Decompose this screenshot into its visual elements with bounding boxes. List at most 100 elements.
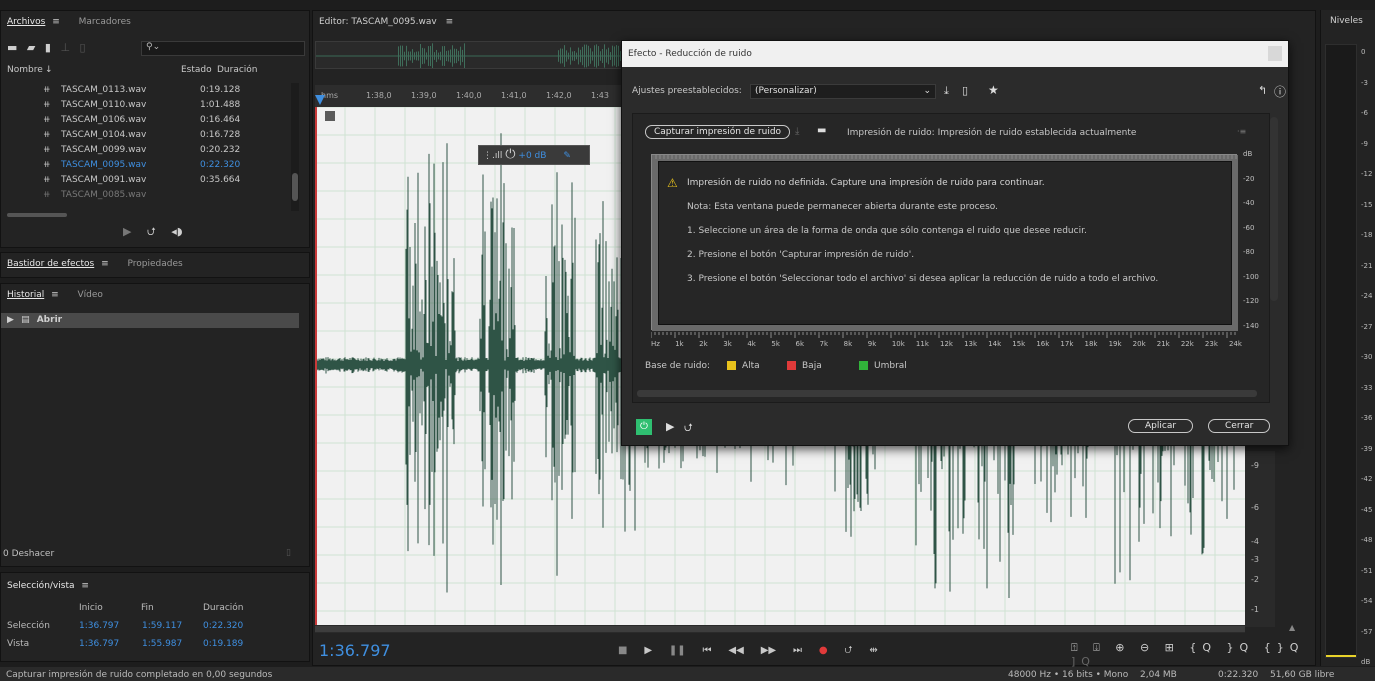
new-file-icon[interactable]: ▮ [45,41,51,54]
import-icon[interactable]: ▰ [27,41,35,54]
record-icon[interactable]: ● [819,645,828,656]
time-ruler[interactable]: hms 1:38,0 1:39,0 1:40,0 1:41,0 1:42,0 1:43 [315,85,625,107]
autoplay-icon[interactable]: ◂◗ [171,225,182,238]
level-tick-label: -42 [1361,475,1373,483]
file-name: TASCAM_0113.wav [61,85,147,95]
view-duration[interactable]: 0:19.189 [203,639,243,649]
file-row[interactable]: ⧺ TASCAM_0091.wav 0:35.664 [1,173,291,188]
tab-properties[interactable]: Propiedades [128,259,183,269]
gain-knob-icon[interactable]: ⏻ [505,147,515,162]
zoom-corner-icon[interactable] [325,111,335,121]
go-to-start-icon[interactable]: ⏮ [703,645,712,656]
menu-icon[interactable]: ≡ [81,581,89,591]
info-icon[interactable]: ⓘ [1274,83,1286,100]
status-free: 51,60 GB libre [1270,670,1335,680]
hud-gain[interactable]: ⋮.ıll ⏻ +0 dB ✎ [478,145,590,165]
waveform-hscroll[interactable] [315,625,1245,633]
open-folder-icon[interactable]: ▬ [817,125,826,136]
selection-duration[interactable]: 0:22.320 [203,621,243,631]
play-icon[interactable]: ▶ [123,225,131,238]
freq-axis: Hz 1k 2k 3k 4k 5k 6k 7k 8k 9k 10k 11k 12k 13k 14k 15k 16… [651,332,1247,352]
power-toggle-icon[interactable]: ⏻ [636,419,652,435]
level-tick-label: -45 [1361,505,1373,514]
save-noise-print-icon[interactable]: ⤓ [795,126,799,137]
pin-icon[interactable]: ✎ [563,151,571,161]
zoom-out-time-icon[interactable]: ⊖ [1140,641,1155,654]
file-row[interactable]: ⧺ TASCAM_0095.wav 0:22.320 [1,158,291,173]
play-preview-icon[interactable]: ▶ [666,420,674,433]
dialog-title-bar[interactable]: Efecto - Reducción de ruido [622,41,1288,67]
tab-files[interactable]: Archivos [7,17,45,27]
time-display[interactable]: 1:36.797 [319,641,391,660]
trash-icon[interactable]: ▯ [286,548,291,558]
tab-markers[interactable]: Marcadores [79,17,131,27]
file-row[interactable]: ⧺ TASCAM_0110.wav 1:01.488 [1,98,291,113]
col-state-header[interactable]: Estado [181,65,212,75]
favorite-star-icon[interactable]: ★ [988,83,999,97]
inner-vscroll[interactable] [1270,117,1278,301]
col-duration-header[interactable]: Duración [217,65,258,75]
zoom-in-right-icon[interactable]: }Q [1227,641,1255,654]
menu-icon[interactable]: ≡ [52,17,60,27]
stop-icon[interactable]: ■ [618,645,627,656]
freq-tick-label: 24k [1229,340,1242,348]
capture-noise-print-button[interactable]: Capturar impresión de ruido [645,125,791,139]
list-icon[interactable]: ·≡ [1237,127,1246,136]
open-folder-icon[interactable]: ▬ [7,41,17,54]
tab-history[interactable]: Historial [7,290,44,300]
zoom-in-left-icon[interactable]: {Q [1189,641,1217,654]
files-scrollbar[interactable] [291,83,299,211]
zoom-selection-icon[interactable]: {}Q [1264,641,1305,654]
zoom-full-icon[interactable]: ⊞ [1165,641,1180,654]
scroll-up-icon[interactable]: ▲ [1289,623,1295,632]
step1-text: 1. Seleccione un área de la forma de ond… [687,226,1087,236]
loop-icon[interactable]: ⮍ [147,225,156,238]
fast-forward-icon[interactable]: ▶▶ [761,645,776,656]
amplitude-tick-label: -6 [1251,503,1259,512]
inner-hscroll[interactable] [637,390,1257,397]
tab-video[interactable]: Vídeo [78,290,103,300]
selection-end[interactable]: 1:59.117 [142,621,182,631]
files-hscroll[interactable] [7,213,67,217]
view-end[interactable]: 1:55.987 [142,639,182,649]
ruler-tick-label: 1:40,0 [456,91,482,100]
pause-icon[interactable]: ❚❚ [669,645,686,656]
delete-icon[interactable]: ▯ [80,41,86,54]
view-start[interactable]: 1:36.797 [79,639,119,649]
close-button[interactable]: Cerrar [1208,419,1271,433]
col-name-header[interactable]: Nombre [7,65,43,75]
menu-icon[interactable]: ≡ [51,290,59,300]
skip-icon[interactable]: ⇹ [869,645,877,656]
file-row[interactable]: ⧺ TASCAM_0104.wav 0:16.728 [1,128,291,143]
loop-preview-icon[interactable]: ⮍ [684,419,693,438]
playhead-marker-icon[interactable] [315,95,325,105]
apply-button[interactable]: Aplicar [1128,419,1194,433]
save-preset-icon[interactable]: ⤓ [944,84,949,98]
level-tick-label: -12 [1361,170,1373,178]
file-row[interactable]: ⧺ TASCAM_0099.wav 0:20.232 [1,143,291,158]
go-to-end-icon[interactable]: ⏭ [793,645,802,656]
zoom-in-time-icon[interactable]: ⊕ [1115,641,1130,654]
delete-preset-icon[interactable]: ▯ [962,84,968,97]
preset-select[interactable]: (Personalizar) ⌄ [750,84,936,99]
history-item[interactable]: ▶ ▤ Abrir [1,313,299,328]
view-label: Vista [7,639,30,649]
hud-gain-value[interactable]: +0 dB [518,151,546,161]
freq-tick-label: 14k [988,340,1002,348]
tab-effects-rack[interactable]: Bastidor de efectos [7,259,94,269]
loop-icon[interactable]: ⮍ [844,645,852,656]
search-input[interactable]: ⚲⌄ [141,41,305,56]
zoom-in-amplitude-icon[interactable]: ⍐ [1071,641,1084,654]
file-row[interactable]: ⧺ TASCAM_0113.wav 0:19.128 [1,83,291,98]
zoom-out-amplitude-icon[interactable]: ⍗ [1093,641,1106,654]
overview-waveform[interactable] [315,41,625,69]
insert-icon[interactable]: ⊥ [60,41,70,54]
route-icon[interactable]: ↰ [1258,84,1267,97]
play-icon[interactable]: ▶ [644,645,652,656]
rewind-icon[interactable]: ◀◀ [728,645,743,656]
selection-start[interactable]: 1:36.797 [79,621,119,631]
menu-icon[interactable]: ≡ [101,259,109,269]
dialog-close-box-icon[interactable] [1268,46,1282,61]
file-row[interactable]: ⧺ TASCAM_0106.wav 0:16.464 [1,113,291,128]
menu-icon[interactable]: ≡ [446,17,454,27]
